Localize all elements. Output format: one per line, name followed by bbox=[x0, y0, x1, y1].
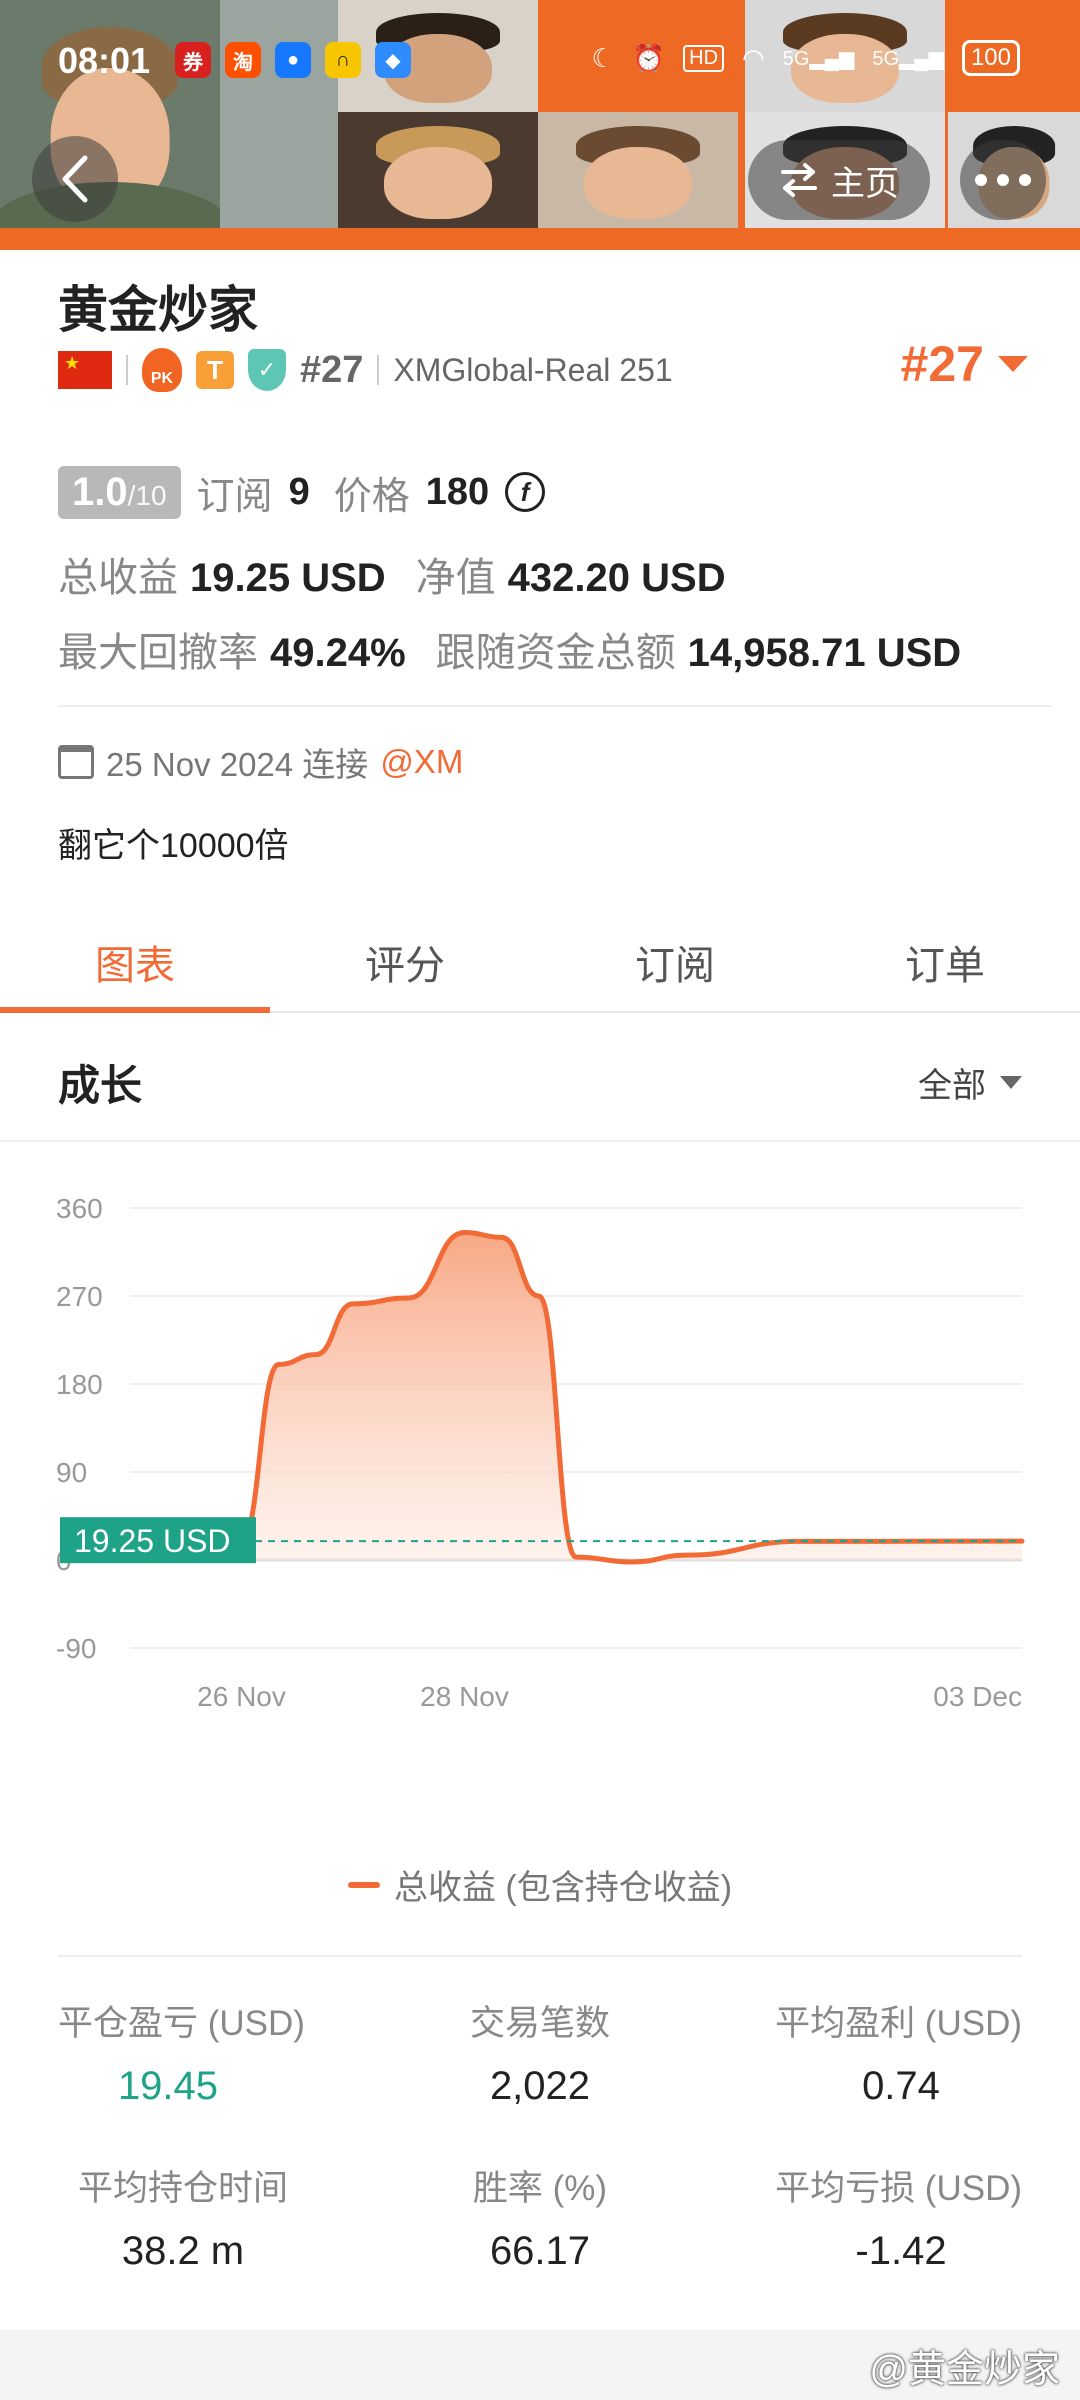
range-filter-dropdown[interactable]: 全部 bbox=[918, 1058, 1022, 1107]
hd-icon: HD bbox=[683, 44, 725, 72]
signal-icon: 5G▂▄▆ bbox=[872, 47, 944, 70]
rank-value: #27 bbox=[900, 336, 984, 392]
watermark: @黄金炒家 bbox=[869, 2349, 1060, 2391]
app-notification-icon: 券 bbox=[175, 42, 211, 78]
broker-account: XMGlobal-Real 251 bbox=[393, 351, 673, 388]
tab-bar: 图表 评分 订阅 订单 bbox=[0, 915, 1080, 1013]
drawdown-row: 最大回撤率 49.24% 跟随资金总额 14,958.71 USD bbox=[58, 620, 961, 678]
profit-row: 总收益 19.25 USD 净值 432.20 USD bbox=[58, 545, 726, 603]
subscribe-count: 9 bbox=[288, 470, 310, 513]
total-profit-value: 19.25 USD bbox=[190, 556, 386, 600]
growth-area bbox=[130, 1232, 1022, 1562]
follow-funds-label: 跟随资金总额 bbox=[435, 631, 676, 675]
growth-chart[interactable]: 360270180900-90 26 Nov28 Nov03 Dec 19.25… bbox=[0, 1150, 1080, 1850]
rank-dropdown[interactable]: #27 bbox=[901, 335, 1028, 393]
home-button-label: 主页 bbox=[831, 164, 899, 203]
swap-icon bbox=[781, 163, 817, 197]
connected-date: 25 Nov 2024 连接 bbox=[106, 746, 369, 783]
broker-link[interactable]: @XM bbox=[380, 743, 463, 781]
follow-funds-value: 14,958.71 USD bbox=[687, 631, 962, 675]
stat-value: -1.42 bbox=[855, 2229, 947, 2273]
y-tick-label: 180 bbox=[56, 1369, 103, 1400]
max-drawdown-value: 49.24% bbox=[270, 631, 406, 675]
stat-value: 38.2 m bbox=[121, 2229, 245, 2273]
pk-badge-icon[interactable]: PK bbox=[142, 348, 182, 392]
calendar-icon bbox=[58, 745, 94, 779]
stat-win-rate: 胜率 (%) 66.17 bbox=[390, 2160, 690, 2274]
x-tick-label: 28 Nov bbox=[420, 1681, 509, 1712]
status-time: 08:01 bbox=[58, 40, 151, 81]
rank-label: #27 bbox=[300, 348, 364, 391]
equity-value: 432.20 USD bbox=[507, 556, 726, 600]
battery-indicator: 100 bbox=[961, 40, 1020, 76]
stat-avg-profit: 平均盈利 (USD) 0.74 bbox=[740, 1995, 1022, 2109]
verified-shield-icon[interactable]: ✓ bbox=[248, 349, 286, 391]
y-tick-label: 360 bbox=[56, 1193, 103, 1224]
equity-label: 净值 bbox=[415, 556, 496, 600]
wifi-icon: ◠ bbox=[742, 42, 765, 73]
y-tick-label: 90 bbox=[56, 1457, 87, 1488]
rating-row: 1.0/10 订阅 9 价格 180 f bbox=[58, 462, 546, 522]
range-filter-label: 全部 bbox=[918, 1067, 986, 1105]
connected-since: 25 Nov 2024 连接 @XM bbox=[58, 738, 463, 786]
stat-value: 66.17 bbox=[489, 2229, 591, 2273]
trader-motto: 翻它个10000倍 bbox=[58, 827, 289, 865]
tab-rating[interactable]: 评分 bbox=[270, 915, 540, 1011]
stat-value: 19.45 bbox=[117, 2064, 219, 2108]
divider bbox=[0, 1140, 1080, 1142]
more-button[interactable] bbox=[960, 140, 1046, 220]
y-tick-label: -90 bbox=[56, 1633, 96, 1664]
current-value-tag: 19.25 USD bbox=[60, 1517, 256, 1564]
avatar-photo bbox=[538, 112, 738, 228]
stat-avg-hold-time: 平均持仓时间 38.2 m bbox=[58, 2160, 308, 2274]
app-notification-icon: ∩ bbox=[325, 42, 361, 78]
tab-chart[interactable]: 图表 bbox=[0, 915, 270, 1013]
score-badge: 1.0/10 bbox=[58, 465, 181, 519]
badge-row: PK T ✓ #27 XMGlobal-Real 251 bbox=[58, 345, 673, 395]
china-flag-icon bbox=[58, 351, 112, 389]
price-value: 180 bbox=[425, 470, 490, 513]
current-value-label: 19.25 USD bbox=[74, 1523, 231, 1559]
legend-label: 总收益 (包含持仓收益) bbox=[393, 1869, 733, 1907]
signal-icon: 5G▂▄▆ bbox=[782, 47, 855, 70]
subscribe-label: 订阅 bbox=[196, 475, 273, 518]
app-notification-icon: ◆ bbox=[375, 42, 411, 78]
y-tick-label: 270 bbox=[56, 1281, 103, 1312]
home-button[interactable]: 主页 bbox=[748, 140, 930, 220]
trader-name: 黄金炒家 bbox=[58, 282, 258, 338]
more-dots-icon bbox=[975, 174, 1031, 186]
stat-value: 0.74 bbox=[862, 2064, 940, 2108]
total-profit-label: 总收益 bbox=[58, 556, 178, 600]
chart-legend: 总收益 (包含持仓收益) bbox=[0, 1860, 1080, 1909]
status-bar: 08:01 券 淘 ● ∩ ◆ ☾ ⏰ HD ◠ 5G▂▄▆ 5G▂▄▆ 100 bbox=[0, 30, 1080, 94]
x-tick-label: 03 Dec bbox=[933, 1681, 1022, 1712]
divider bbox=[58, 1955, 1022, 1957]
avatar-photo bbox=[338, 112, 538, 228]
stat-trade-count: 交易笔数 2,022 bbox=[390, 1995, 690, 2109]
tab-subscribe[interactable]: 订阅 bbox=[540, 915, 810, 1011]
section-title: 成长 bbox=[58, 1062, 143, 1109]
chevron-left-icon bbox=[62, 155, 88, 203]
max-drawdown-label: 最大回撤率 bbox=[58, 631, 258, 675]
coin-icon: f bbox=[505, 472, 546, 512]
tab-orders[interactable]: 订单 bbox=[810, 915, 1080, 1011]
taobao-icon: 淘 bbox=[225, 42, 261, 78]
x-tick-label: 26 Nov bbox=[197, 1681, 286, 1712]
app-notification-icon: ● bbox=[275, 42, 311, 78]
moon-icon: ☾ bbox=[591, 42, 615, 73]
legend-swatch bbox=[347, 1881, 380, 1888]
caret-down-icon bbox=[998, 356, 1028, 372]
stat-value: 2,022 bbox=[489, 2064, 591, 2108]
caret-down-icon bbox=[1000, 1076, 1022, 1089]
t-badge-icon[interactable]: T bbox=[196, 351, 234, 389]
alarm-icon: ⏰ bbox=[632, 42, 666, 73]
back-button[interactable] bbox=[32, 136, 118, 222]
stat-avg-loss: 平均亏损 (USD) -1.42 bbox=[740, 2160, 1022, 2274]
price-label: 价格 bbox=[333, 475, 410, 518]
divider bbox=[58, 705, 1052, 707]
stat-closed-pnl: 平仓盈亏 (USD) 19.45 bbox=[58, 1995, 308, 2109]
